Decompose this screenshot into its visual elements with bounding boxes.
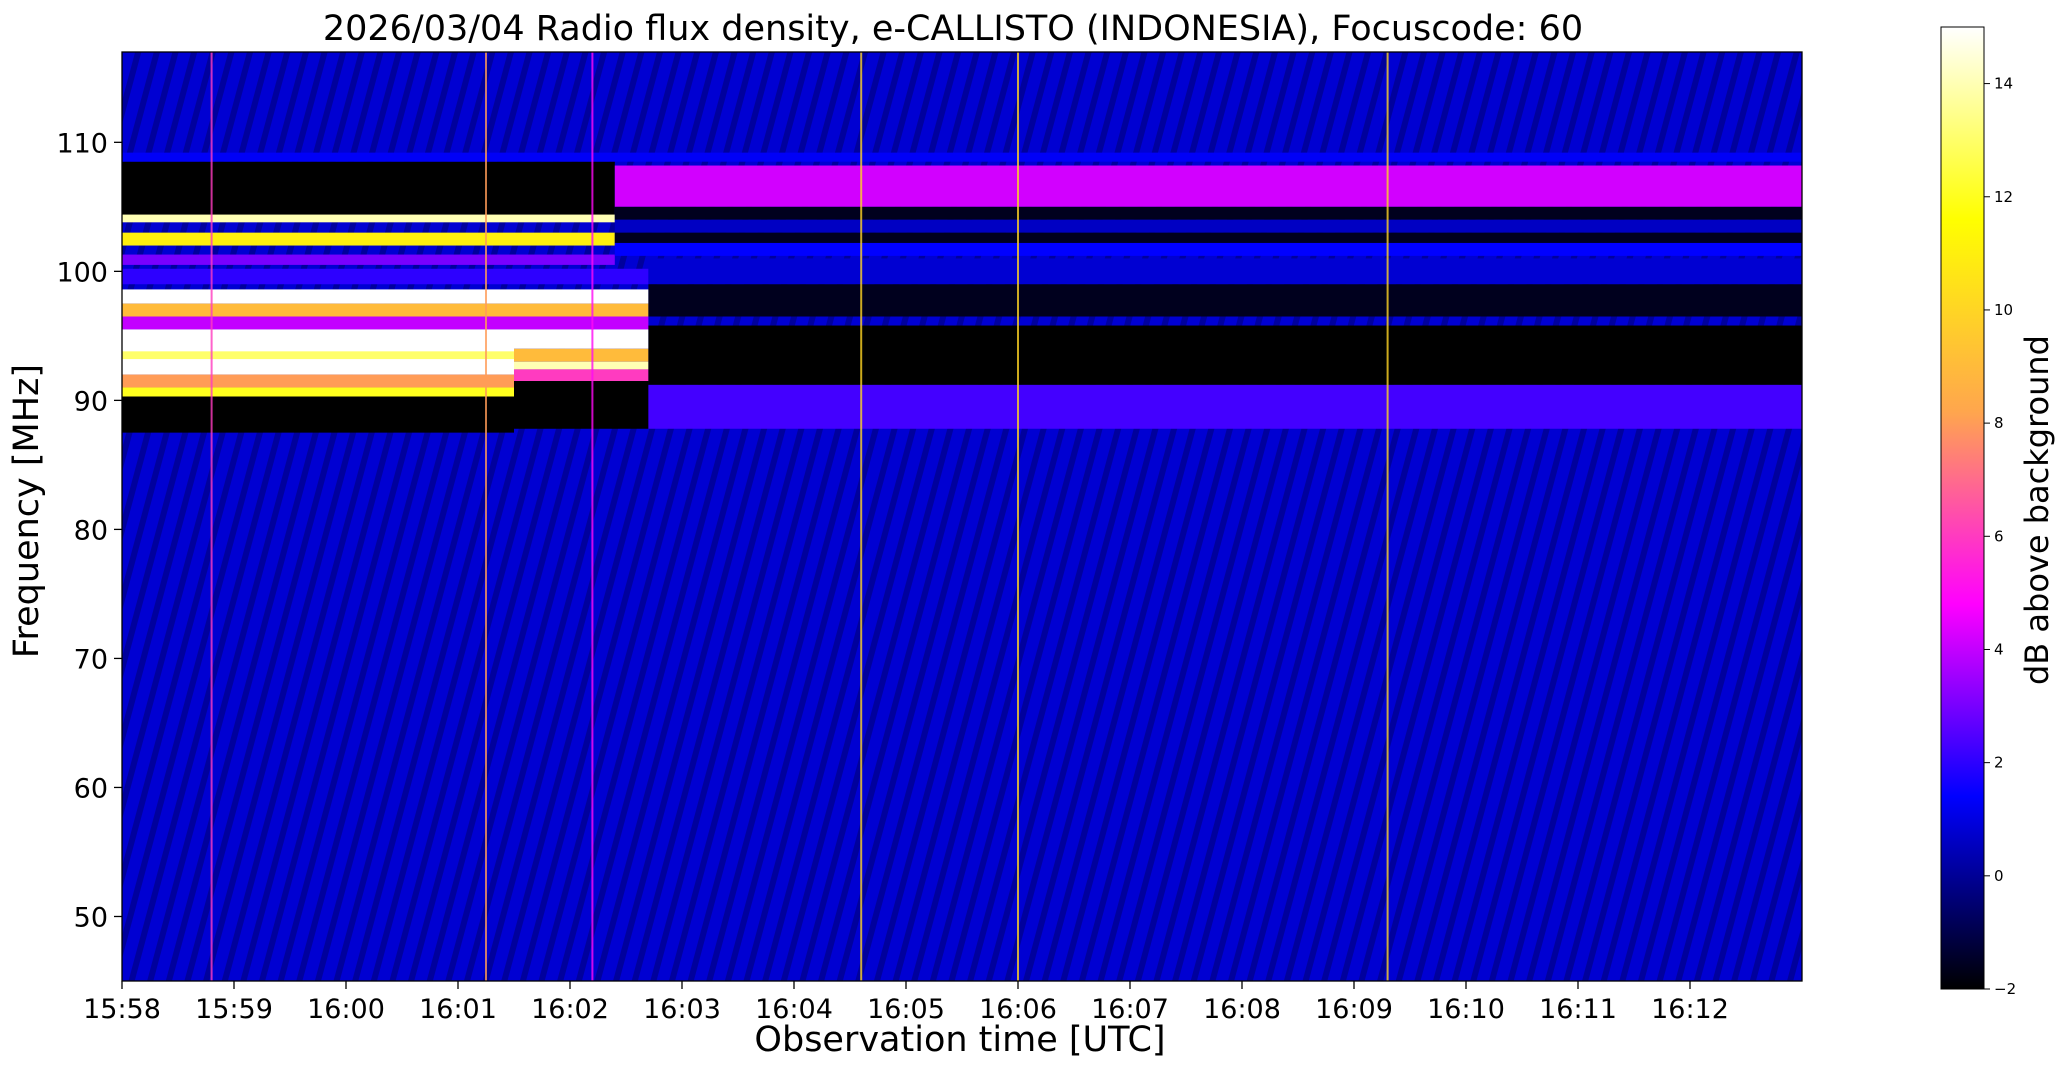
signal-band-17: [514, 381, 649, 429]
x-tick-label: 16:09: [1315, 994, 1393, 1025]
signal-band-25: [648, 325, 1802, 385]
signal-band-21: [614, 232, 1802, 243]
colorbar-tick-label: 12: [1994, 188, 2013, 206]
signal-band-1: [122, 214, 615, 223]
y-tick-label: 60: [74, 773, 108, 804]
y-tick-label: 110: [56, 128, 108, 159]
colorbar-tick-label: 0: [1994, 867, 2004, 885]
y-tick-label: 50: [74, 902, 108, 933]
signal-band-23: [648, 258, 1802, 285]
colorbar-label: dB above background: [2018, 335, 2056, 685]
signal-band-26: [648, 384, 1802, 429]
colorbar-tick-label: 6: [1994, 527, 2004, 545]
x-tick-label: 16:10: [1427, 994, 1505, 1025]
signal-band-3: [122, 254, 615, 265]
colorbar-tick-label: 2: [1994, 754, 2004, 772]
signal-band-9: [122, 351, 514, 360]
signal-band-6: [122, 303, 649, 317]
x-tick-label: 15:58: [83, 994, 161, 1025]
x-tick-label: 16:00: [307, 994, 385, 1025]
signal-band-7: [122, 316, 649, 330]
signal-band-12: [122, 396, 514, 433]
signal-band-20: [614, 219, 1802, 233]
x-tick-label: 16:12: [1651, 994, 1729, 1025]
colorbar: −2 0 2 4 6 8 10 12 14: [1940, 26, 2016, 998]
signal-band-13: [514, 329, 649, 349]
x-axis-label: Observation time [UTC]: [754, 1020, 1165, 1060]
y-tick-label: 90: [74, 386, 108, 417]
chart-title: 2026/03/04 Radio flux density, e-CALLIST…: [323, 9, 1583, 49]
x-tick-label: 16:01: [419, 994, 497, 1025]
x-tick-label: 16:08: [1203, 994, 1281, 1025]
signal-band-2: [122, 232, 615, 246]
colorbar-tick-label: 10: [1994, 301, 2013, 319]
signal-band-24: [648, 284, 1802, 317]
y-axis-ticks: 50 60 70 80 90 100 110: [56, 128, 122, 933]
signal-band-0: [122, 161, 615, 218]
signal-band-14: [514, 348, 649, 362]
colorbar-tick-label: 8: [1994, 414, 2004, 432]
spectrogram-plot: [122, 52, 1802, 981]
signal-band-27: [122, 152, 1802, 162]
signal-band-15: [514, 361, 649, 370]
colorbar-tick-label: −2: [1994, 980, 2016, 998]
x-tick-label: 15:59: [195, 994, 273, 1025]
signal-band-22: [614, 242, 1802, 256]
signal-band-19: [614, 206, 1802, 220]
x-tick-label: 16:11: [1539, 994, 1617, 1025]
y-tick-label: 70: [74, 644, 108, 675]
signal-band-18: [614, 165, 1802, 207]
y-axis-label: Frequency [MHz]: [7, 364, 47, 658]
spectrogram-figure: 2026/03/04 Radio flux density, e-CALLIST…: [7, 9, 2056, 1060]
x-tick-label: 16:02: [531, 994, 609, 1025]
signal-band-16: [514, 369, 649, 382]
x-tick-label: 16:03: [643, 994, 721, 1025]
signal-band-5: [122, 289, 649, 304]
y-tick-label: 80: [74, 515, 108, 546]
x-axis-ticks: 15:58 15:59 16:00 16:01 16:02 16:03 16:04 16:05…: [83, 981, 1729, 1025]
signal-band-10: [122, 374, 514, 388]
signal-band-11: [122, 387, 514, 397]
colorbar-tick-label: 14: [1994, 75, 2013, 93]
colorbar-tick-label: 4: [1994, 640, 2004, 658]
colorbar-scale: [1940, 26, 1985, 990]
y-tick-label: 100: [56, 257, 108, 288]
signal-band-4: [122, 268, 649, 285]
